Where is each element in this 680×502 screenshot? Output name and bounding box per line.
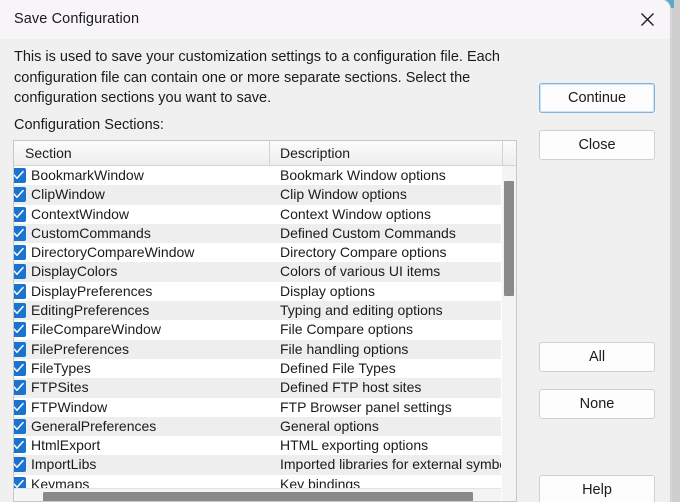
row-section-name: Keymaps [31, 475, 90, 488]
row-description: Defined Custom Commands [280, 224, 456, 241]
row-checkbox[interactable] [14, 399, 26, 415]
row-checkbox[interactable] [14, 322, 26, 338]
configuration-sections-label: Configuration Sections: [14, 117, 164, 133]
dialog-title: Save Configuration [14, 11, 140, 27]
dialog-body: This is used to save your customization … [0, 39, 670, 502]
row-description: FTP Browser panel settings [280, 398, 452, 415]
row-checkbox[interactable] [14, 264, 26, 280]
row-section-name: DisplayColors [31, 263, 118, 280]
row-description: Context Window options [280, 205, 431, 222]
row-section-name: FTPWindow [31, 398, 108, 415]
table-row[interactable]: DisplayColors Colors of various UI items [14, 262, 501, 282]
row-description: Imported libraries for external symbols [280, 456, 501, 473]
row-section-name: BookmarkWindow [31, 167, 144, 183]
save-configuration-dialog: Save Configuration This is used to save … [0, 0, 670, 502]
row-section-name: FTPSites [31, 379, 89, 396]
row-description: Directory Compare options [280, 244, 447, 261]
all-button[interactable]: All [539, 342, 655, 372]
row-section-name: ContextWindow [31, 205, 130, 222]
table-row[interactable]: BookmarkWindow Bookmark Window options [14, 166, 501, 186]
table-row[interactable]: HtmlExport HTML exporting options [14, 436, 501, 456]
row-section-name: FileCompareWindow [31, 321, 161, 338]
row-description: Bookmark Window options [280, 167, 446, 183]
row-section-name: FilePreferences [31, 340, 130, 357]
horizontal-scrollbar-thumb[interactable] [43, 492, 473, 501]
row-section-name: DirectoryCompareWindow [31, 244, 195, 261]
row-section-name: CustomCommands [31, 224, 151, 241]
dialog-titlebar: Save Configuration [0, 0, 670, 39]
row-description: Defined File Types [280, 359, 396, 376]
table-row[interactable]: ClipWindow Clip Window options [14, 185, 501, 205]
table-row[interactable]: FileTypes Defined File Types [14, 358, 501, 379]
row-checkbox[interactable] [14, 245, 26, 261]
horizontal-scrollbar[interactable] [14, 488, 501, 501]
row-section-name: ImportLibs [31, 456, 97, 473]
row-description: Typing and editing options [280, 302, 443, 319]
table-row[interactable]: DirectoryCompareWindow Directory Compare … [14, 243, 501, 263]
row-checkbox[interactable] [14, 438, 26, 454]
row-checkbox[interactable] [14, 283, 26, 299]
background-window-edge [672, 0, 680, 502]
help-button[interactable]: Help [539, 475, 655, 502]
row-description: Defined FTP host sites [280, 379, 422, 396]
row-description: Clip Window options [280, 186, 407, 203]
table-row[interactable]: ImportLibs Imported libraries for externa… [14, 455, 501, 475]
column-header-section[interactable]: Section [25, 145, 72, 161]
row-section-name: DisplayPreferences [31, 282, 153, 299]
none-button[interactable]: None [539, 389, 655, 419]
table-row[interactable]: EditingPreferences Typing and editing opt… [14, 301, 501, 321]
continue-button[interactable]: Continue [539, 83, 655, 113]
column-divider-end[interactable] [502, 141, 503, 165]
row-checkbox[interactable] [14, 418, 26, 434]
row-checkbox[interactable] [14, 303, 26, 319]
list-rows-viewport: BookmarkWindow Bookmark Window options Cli… [14, 166, 501, 488]
row-checkbox[interactable] [14, 341, 26, 357]
close-button[interactable]: Close [539, 130, 655, 160]
row-checkbox[interactable] [14, 206, 26, 222]
row-description: File handling options [280, 340, 409, 357]
table-row[interactable]: CustomCommands Defined Custom Commands [14, 223, 501, 244]
table-row[interactable]: FTPWindow FTP Browser panel settings [14, 397, 501, 417]
row-description: Key bindings [280, 475, 361, 488]
row-section-name: ClipWindow [31, 186, 105, 203]
row-checkbox[interactable] [14, 187, 26, 203]
row-checkbox[interactable] [14, 360, 26, 376]
table-row[interactable]: Keymaps Key bindings [14, 474, 501, 488]
close-icon[interactable] [624, 0, 670, 39]
row-description: General options [280, 417, 379, 434]
row-checkbox[interactable] [14, 168, 26, 183]
row-description: File Compare options [280, 321, 414, 338]
intro-text: This is used to save your customization … [14, 49, 500, 106]
table-row[interactable]: DisplayPreferences Display options [14, 281, 501, 302]
table-row[interactable]: FileCompareWindow File Compare options [14, 320, 501, 340]
table-row[interactable]: ContextWindow Context Window options [14, 204, 501, 224]
configuration-sections-list[interactable]: Section Description BookmarkWindow Bookma… [13, 140, 517, 502]
row-section-name: FileTypes [31, 359, 91, 376]
row-checkbox[interactable] [14, 380, 26, 396]
row-description: Display options [280, 282, 375, 299]
column-divider[interactable] [269, 141, 270, 165]
row-section-name: HtmlExport [31, 437, 101, 454]
column-header-description[interactable]: Description [280, 145, 350, 161]
row-section-name: EditingPreferences [31, 302, 150, 319]
vertical-scrollbar-thumb[interactable] [504, 181, 514, 296]
row-checkbox[interactable] [14, 457, 26, 473]
row-checkbox[interactable] [14, 476, 26, 488]
list-header-row: Section Description [14, 141, 516, 166]
row-checkbox[interactable] [14, 225, 26, 241]
table-row[interactable]: FTPSites Defined FTP host sites [14, 378, 501, 398]
row-section-name: GeneralPreferences [31, 417, 157, 434]
table-row[interactable]: FilePreferences File handling options [14, 339, 501, 359]
vertical-scrollbar[interactable] [502, 166, 516, 501]
row-description: Colors of various UI items [280, 263, 441, 280]
table-row[interactable]: GeneralPreferences General options [14, 416, 501, 437]
row-description: HTML exporting options [280, 437, 429, 454]
